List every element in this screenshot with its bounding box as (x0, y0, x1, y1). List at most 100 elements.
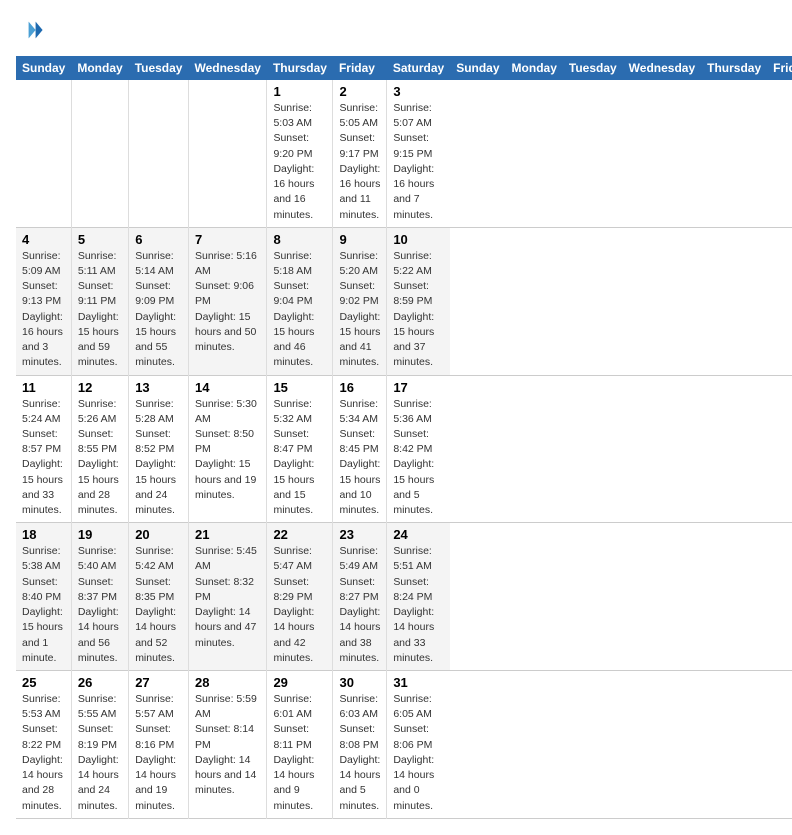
calendar-cell: 17 Sunrise: 5:36 AM Sunset: 8:42 PM Dayli… (387, 375, 450, 523)
day-info: Sunrise: 6:01 AM Sunset: 8:11 PM Dayligh… (273, 692, 326, 814)
calendar-cell: 27 Sunrise: 5:57 AM Sunset: 8:16 PM Dayli… (129, 671, 189, 819)
day-header-thursday: Thursday (267, 56, 333, 80)
calendar-cell: 22 Sunrise: 5:47 AM Sunset: 8:29 PM Dayli… (267, 523, 333, 671)
day-number: 15 (273, 380, 326, 395)
day-info: Sunrise: 5:30 AM Sunset: 8:50 PM Dayligh… (195, 397, 260, 504)
calendar-cell (16, 80, 71, 227)
day-number: 6 (135, 232, 182, 247)
calendar-cell: 25 Sunrise: 5:53 AM Sunset: 8:22 PM Dayli… (16, 671, 71, 819)
calendar-cell (129, 80, 189, 227)
day-header-thursday: Thursday (701, 56, 767, 80)
calendar-cell: 26Sunrise: 5:55 AM Sunset: 8:19 PM Dayli… (71, 671, 128, 819)
day-info: Sunrise: 5:20 AM Sunset: 9:02 PM Dayligh… (339, 249, 380, 371)
calendar-cell (71, 80, 128, 227)
day-header-saturday: Saturday (387, 56, 450, 80)
day-info: Sunrise: 5:36 AM Sunset: 8:42 PM Dayligh… (393, 397, 444, 519)
day-number: 3 (393, 84, 444, 99)
calendar-cell: 6 Sunrise: 5:14 AM Sunset: 9:09 PM Daylig… (129, 227, 189, 375)
day-number: 10 (393, 232, 444, 247)
calendar-cell: 31Sunrise: 6:05 AM Sunset: 8:06 PM Dayli… (387, 671, 450, 819)
calendar-cell: 18 Sunrise: 5:38 AM Sunset: 8:40 PM Dayli… (16, 523, 71, 671)
day-header-monday: Monday (71, 56, 128, 80)
day-info: Sunrise: 5:38 AM Sunset: 8:40 PM Dayligh… (22, 544, 65, 666)
logo (16, 16, 48, 44)
calendar-cell: 12 Sunrise: 5:26 AM Sunset: 8:55 PM Dayli… (71, 375, 128, 523)
day-header-tuesday: Tuesday (563, 56, 623, 80)
day-number: 22 (273, 527, 326, 542)
calendar-cell: 10Sunrise: 5:22 AM Sunset: 8:59 PM Dayli… (387, 227, 450, 375)
day-number: 31 (393, 675, 444, 690)
day-info: Sunrise: 5:16 AM Sunset: 9:06 PM Dayligh… (195, 249, 260, 356)
day-info: Sunrise: 6:03 AM Sunset: 8:08 PM Dayligh… (339, 692, 380, 814)
calendar-cell: 3 Sunrise: 5:07 AM Sunset: 9:15 PM Daylig… (387, 80, 450, 227)
day-number: 18 (22, 527, 65, 542)
calendar-cell (188, 80, 266, 227)
day-number: 30 (339, 675, 380, 690)
calendar-week-row: 25 Sunrise: 5:53 AM Sunset: 8:22 PM Dayli… (16, 671, 792, 819)
calendar-week-row: 11Sunrise: 5:24 AM Sunset: 8:57 PM Dayli… (16, 375, 792, 523)
day-number: 24 (393, 527, 444, 542)
calendar-cell: 4Sunrise: 5:09 AM Sunset: 9:13 PM Daylig… (16, 227, 71, 375)
calendar-cell: 19Sunrise: 5:40 AM Sunset: 8:37 PM Dayli… (71, 523, 128, 671)
logo-icon (16, 16, 44, 44)
day-info: Sunrise: 5:05 AM Sunset: 9:17 PM Dayligh… (339, 101, 380, 223)
day-info: Sunrise: 5:28 AM Sunset: 8:52 PM Dayligh… (135, 397, 182, 519)
calendar-cell: 2 Sunrise: 5:05 AM Sunset: 9:17 PM Daylig… (333, 80, 387, 227)
day-info: Sunrise: 5:32 AM Sunset: 8:47 PM Dayligh… (273, 397, 326, 519)
day-info: Sunrise: 5:51 AM Sunset: 8:24 PM Dayligh… (393, 544, 444, 666)
day-number: 25 (22, 675, 65, 690)
day-number: 17 (393, 380, 444, 395)
day-header-tuesday: Tuesday (129, 56, 189, 80)
calendar-cell: 24 Sunrise: 5:51 AM Sunset: 8:24 PM Dayli… (387, 523, 450, 671)
day-header-monday: Monday (506, 56, 563, 80)
day-number: 23 (339, 527, 380, 542)
calendar-cell: 5Sunrise: 5:11 AM Sunset: 9:11 PM Daylig… (71, 227, 128, 375)
calendar-cell: 23 Sunrise: 5:49 AM Sunset: 8:27 PM Dayli… (333, 523, 387, 671)
day-info: Sunrise: 5:53 AM Sunset: 8:22 PM Dayligh… (22, 692, 65, 814)
day-info: Sunrise: 5:59 AM Sunset: 8:14 PM Dayligh… (195, 692, 260, 799)
calendar-table: SundayMondayTuesdayWednesdayThursdayFrid… (16, 56, 792, 819)
day-header-sunday: Sunday (16, 56, 71, 80)
day-number: 16 (339, 380, 380, 395)
day-info: Sunrise: 5:42 AM Sunset: 8:35 PM Dayligh… (135, 544, 182, 666)
day-number: 5 (78, 232, 122, 247)
calendar-cell: 30 Sunrise: 6:03 AM Sunset: 8:08 PM Dayli… (333, 671, 387, 819)
calendar-cell: 8Sunrise: 5:18 AM Sunset: 9:04 PM Daylig… (267, 227, 333, 375)
calendar-cell: 14Sunrise: 5:30 AM Sunset: 8:50 PM Dayli… (188, 375, 266, 523)
calendar-week-row: 1Sunrise: 5:03 AM Sunset: 9:20 PM Daylig… (16, 80, 792, 227)
calendar-cell: 7Sunrise: 5:16 AM Sunset: 9:06 PM Daylig… (188, 227, 266, 375)
calendar-cell: 11Sunrise: 5:24 AM Sunset: 8:57 PM Dayli… (16, 375, 71, 523)
day-number: 28 (195, 675, 260, 690)
day-header-friday: Friday (333, 56, 387, 80)
page-header (16, 16, 776, 44)
day-info: Sunrise: 5:47 AM Sunset: 8:29 PM Dayligh… (273, 544, 326, 666)
day-number: 4 (22, 232, 65, 247)
day-number: 2 (339, 84, 380, 99)
day-number: 8 (273, 232, 326, 247)
calendar-cell: 28 Sunrise: 5:59 AM Sunset: 8:14 PM Dayli… (188, 671, 266, 819)
calendar-week-row: 18 Sunrise: 5:38 AM Sunset: 8:40 PM Dayli… (16, 523, 792, 671)
calendar-week-row: 4Sunrise: 5:09 AM Sunset: 9:13 PM Daylig… (16, 227, 792, 375)
day-info: Sunrise: 5:07 AM Sunset: 9:15 PM Dayligh… (393, 101, 444, 223)
day-info: Sunrise: 5:49 AM Sunset: 8:27 PM Dayligh… (339, 544, 380, 666)
day-number: 29 (273, 675, 326, 690)
day-info: Sunrise: 5:40 AM Sunset: 8:37 PM Dayligh… (78, 544, 122, 666)
day-header-friday: Friday (767, 56, 792, 80)
calendar-cell: 16 Sunrise: 5:34 AM Sunset: 8:45 PM Dayli… (333, 375, 387, 523)
day-info: Sunrise: 5:24 AM Sunset: 8:57 PM Dayligh… (22, 397, 65, 519)
calendar-cell: 1Sunrise: 5:03 AM Sunset: 9:20 PM Daylig… (267, 80, 333, 227)
day-header-wednesday: Wednesday (623, 56, 701, 80)
day-info: Sunrise: 5:34 AM Sunset: 8:45 PM Dayligh… (339, 397, 380, 519)
calendar-cell: 13 Sunrise: 5:28 AM Sunset: 8:52 PM Dayli… (129, 375, 189, 523)
day-number: 12 (78, 380, 122, 395)
day-header-wednesday: Wednesday (188, 56, 266, 80)
day-number: 21 (195, 527, 260, 542)
day-info: Sunrise: 5:26 AM Sunset: 8:55 PM Dayligh… (78, 397, 122, 519)
day-number: 1 (273, 84, 326, 99)
day-info: Sunrise: 5:14 AM Sunset: 9:09 PM Dayligh… (135, 249, 182, 371)
day-info: Sunrise: 5:57 AM Sunset: 8:16 PM Dayligh… (135, 692, 182, 814)
calendar-cell: 29 Sunrise: 6:01 AM Sunset: 8:11 PM Dayli… (267, 671, 333, 819)
day-number: 27 (135, 675, 182, 690)
day-number: 13 (135, 380, 182, 395)
day-info: Sunrise: 5:55 AM Sunset: 8:19 PM Dayligh… (78, 692, 122, 814)
